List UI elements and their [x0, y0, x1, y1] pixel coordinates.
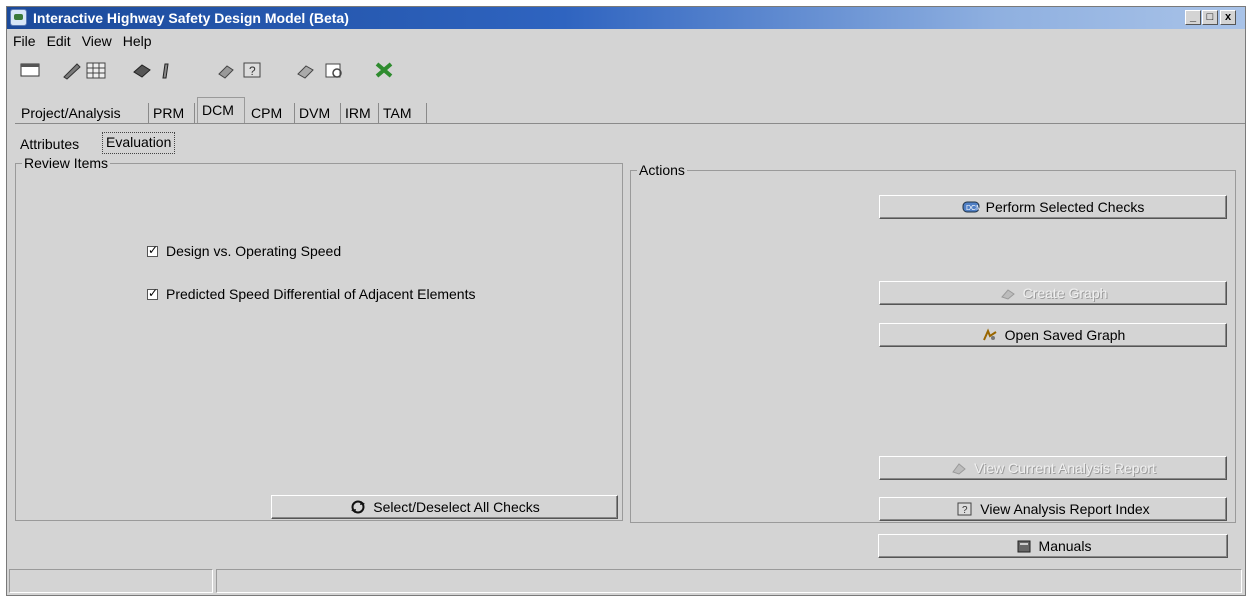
create-graph-label: Create Graph [1022, 285, 1108, 301]
status-cell-left [9, 569, 213, 593]
tab-irm[interactable]: IRM [341, 103, 379, 123]
exit-icon[interactable] [373, 60, 395, 80]
check-speed-differential[interactable]: Predicted Speed Differential of Adjacent… [147, 286, 475, 302]
book-icon [1017, 540, 1031, 553]
window-icon[interactable] [19, 60, 41, 80]
manuals-label: Manuals [1038, 538, 1092, 554]
title-bar[interactable]: Interactive Highway Safety Design Model … [7, 7, 1245, 29]
tab-project-analysis[interactable]: Project/Analysis [17, 103, 149, 123]
open-saved-graph-label: Open Saved Graph [1004, 327, 1126, 343]
actions-title: Actions [637, 162, 687, 178]
check-label: Design vs. Operating Speed [166, 243, 342, 259]
create-graph-button[interactable]: Create Graph [879, 281, 1227, 305]
check-design-vs-operating[interactable]: Design vs. Operating Speed [147, 243, 341, 259]
toolbar: ? [15, 56, 485, 86]
view-analysis-report-index-label: View Analysis Report Index [980, 501, 1150, 517]
preview-icon[interactable] [323, 60, 345, 80]
refresh-icon [351, 500, 366, 514]
print-icon[interactable] [131, 60, 153, 80]
status-cell-main [216, 569, 1242, 593]
view-analysis-report-index-button[interactable]: ? View Analysis Report Index [879, 497, 1227, 521]
svg-text:?: ? [962, 505, 968, 516]
graph-icon [1000, 289, 1015, 300]
main-window: Interactive Highway Safety Design Model … [6, 6, 1246, 596]
document-icon[interactable] [215, 60, 237, 80]
view-current-analysis-report-label: View Current Analysis Report [974, 460, 1156, 476]
menu-view[interactable]: View [76, 30, 117, 49]
pencil-icon[interactable] [61, 60, 83, 80]
checkbox[interactable] [147, 243, 158, 257]
status-bar [7, 567, 1245, 595]
tab-cpm[interactable]: CPM [247, 103, 295, 123]
tab-dvm[interactable]: DVM [295, 103, 341, 123]
svg-text:?: ? [249, 64, 256, 78]
report-icon [952, 463, 966, 475]
review-items-panel: Review Items Design vs. Operating Speed … [15, 155, 623, 521]
checkbox[interactable] [147, 286, 158, 300]
app-icon [10, 9, 27, 26]
menu-file[interactable]: File [7, 30, 41, 49]
menu-help[interactable]: Help [117, 30, 157, 49]
view-current-analysis-report-button[interactable]: View Current Analysis Report [879, 456, 1227, 480]
open-graph-icon [982, 328, 997, 341]
menu-bar: File Edit View Help [7, 30, 1245, 52]
svg-text:DCM: DCM [966, 205, 980, 212]
review-items-title: Review Items [22, 155, 111, 171]
select-deselect-all-button[interactable]: Select/Deselect All Checks [271, 495, 618, 519]
tab-dcm[interactable]: DCM [197, 97, 245, 123]
tab-prm[interactable]: PRM [149, 103, 195, 123]
open-saved-graph-button[interactable]: Open Saved Graph [879, 323, 1227, 347]
window-title: Interactive Highway Safety Design Model … [33, 10, 349, 26]
actions-panel: Actions DCM Perform Selected Checks Creat… [630, 162, 1236, 523]
help-icon[interactable]: ? [241, 60, 263, 80]
report-index-icon: ? [957, 502, 972, 516]
maximize-button[interactable]: □ [1202, 10, 1218, 25]
grid-icon[interactable] [85, 60, 107, 80]
checks-icon: DCM [962, 201, 980, 213]
check-label: Predicted Speed Differential of Adjacent… [166, 286, 476, 302]
select-deselect-all-label: Select/Deselect All Checks [373, 499, 540, 515]
tab-attributes[interactable]: Attributes [17, 134, 82, 154]
tab-tam[interactable]: TAM [379, 103, 427, 123]
perform-selected-checks-button[interactable]: DCM Perform Selected Checks [879, 195, 1227, 219]
manuals-button[interactable]: Manuals [878, 534, 1228, 558]
perform-selected-checks-label: Perform Selected Checks [985, 199, 1145, 215]
tab-evaluation[interactable]: Evaluation [102, 132, 176, 154]
eraser-icon[interactable] [295, 60, 317, 80]
tools-icon[interactable] [155, 60, 177, 80]
menu-edit[interactable]: Edit [41, 30, 76, 49]
close-button[interactable]: x [1220, 10, 1236, 25]
minimize-button[interactable]: _ [1185, 10, 1201, 25]
